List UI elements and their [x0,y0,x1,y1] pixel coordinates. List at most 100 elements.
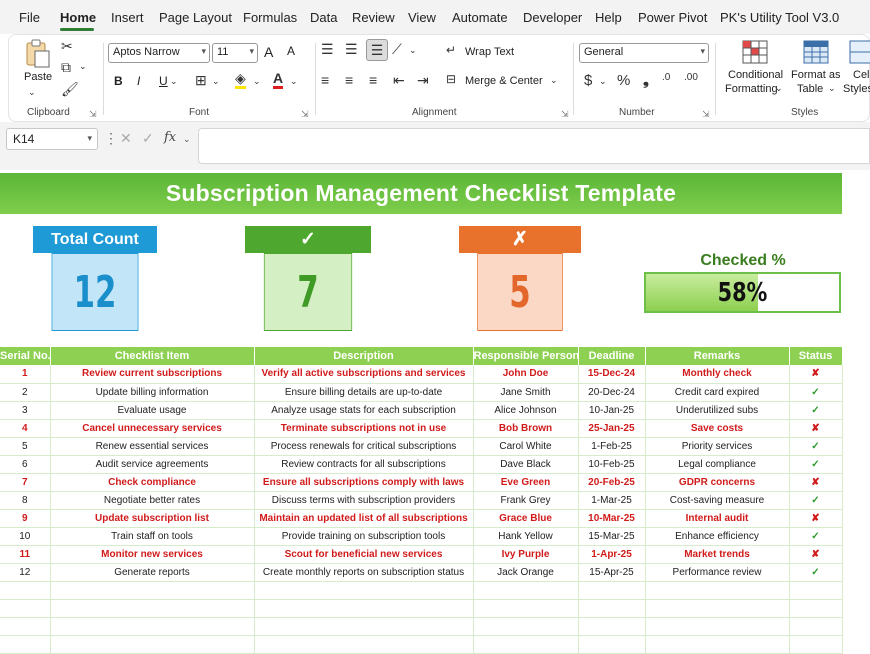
table-cell[interactable]: Create monthly reports on subscription s… [254,563,474,582]
menu-insert[interactable]: Insert [111,10,144,25]
menu-data[interactable]: Data [310,10,337,25]
copy-icon[interactable]: ⧉ [61,59,71,76]
empty-cell[interactable] [50,581,255,600]
table-cell[interactable]: Ivy Purple [473,545,579,564]
table-cell[interactable]: Discuss terms with subscription provider… [254,491,474,510]
table-cell[interactable]: GDPR concerns [645,473,790,492]
table-cell[interactable]: Train staff on tools [50,527,255,546]
table-cell[interactable]: 7 [0,473,51,492]
status-cell[interactable]: ✘ [789,419,843,438]
menu-home[interactable]: Home [60,10,96,25]
table-cell[interactable]: 20-Feb-25 [578,473,646,492]
column-header[interactable]: Status [789,347,843,365]
table-cell[interactable]: Review current subscriptions [50,365,255,384]
table-cell[interactable]: 9 [0,509,51,528]
status-cell[interactable]: ✓ [789,437,843,456]
formula-input[interactable] [198,128,870,164]
table-cell[interactable]: Ensure all subscriptions comply with law… [254,473,474,492]
column-header[interactable]: Checklist Item [50,347,255,365]
clipboard-launcher-icon[interactable]: ⇲ [89,109,97,120]
font-launcher-icon[interactable]: ⇲ [301,109,309,120]
table-cell[interactable]: Provide training on subscription tools [254,527,474,546]
table-cell[interactable]: 1-Feb-25 [578,437,646,456]
wrap-text-button[interactable]: Wrap Text [465,46,514,58]
empty-cell[interactable] [789,581,843,600]
number-format-combo[interactable]: General ▾ [579,43,709,63]
column-header[interactable]: Remarks [645,347,790,365]
empty-cell[interactable] [50,635,255,654]
menu-review[interactable]: Review [352,10,395,25]
menu-help[interactable]: Help [595,10,622,25]
table-cell[interactable]: Hank Yellow [473,527,579,546]
table-cell[interactable]: Market trends [645,545,790,564]
table-cell[interactable]: 2 [0,383,51,402]
table-cell[interactable]: Priority services [645,437,790,456]
table-cell[interactable]: Analyze usage stats for each subscriptio… [254,401,474,420]
empty-cell[interactable] [645,599,790,618]
conditional-formatting-icon[interactable] [742,40,768,67]
name-box[interactable]: K14 ▾ [6,128,98,150]
table-cell[interactable]: Terminate subscriptions not in use [254,419,474,438]
table-cell[interactable]: 1-Apr-25 [578,545,646,564]
table-cell[interactable]: Update billing information [50,383,255,402]
menu-file[interactable]: File [19,10,40,25]
empty-cell[interactable] [254,581,474,600]
column-header[interactable]: Responsible Person [473,347,579,365]
fx-dropdown-icon[interactable]: ⌄ [183,134,191,145]
increase-font-icon[interactable]: A [264,44,273,60]
empty-cell[interactable] [0,599,51,618]
empty-cell[interactable] [0,635,51,654]
empty-cell[interactable] [50,617,255,636]
table-cell[interactable]: Grace Blue [473,509,579,528]
column-header[interactable]: Deadline [578,347,646,365]
table-cell[interactable]: 12 [0,563,51,582]
empty-cell[interactable] [645,617,790,636]
alignment-launcher-icon[interactable]: ⇲ [561,109,569,120]
table-cell[interactable]: Audit service agreements [50,455,255,474]
table-cell[interactable]: Alice Johnson [473,401,579,420]
menu-formulas[interactable]: Formulas [243,10,297,25]
comma-style-icon[interactable]: ❟ [643,72,649,89]
table-cell[interactable]: 6 [0,455,51,474]
cell-styles-icon[interactable] [849,40,870,67]
empty-cell[interactable] [578,635,646,654]
cell-styles-label-2[interactable]: Styles [843,83,870,95]
table-cell[interactable]: Evaluate usage [50,401,255,420]
worksheet[interactable]: Subscription Management Checklist Templa… [0,170,870,654]
menu-page-layout[interactable]: Page Layout [159,10,232,25]
empty-cell[interactable] [0,581,51,600]
table-cell[interactable]: Frank Grey [473,491,579,510]
status-cell[interactable]: ✘ [789,473,843,492]
merge-center-icon[interactable]: ⊟ [446,72,456,86]
table-cell[interactable]: 1 [0,365,51,384]
table-cell[interactable]: 10 [0,527,51,546]
increase-indent-icon[interactable]: ⇥ [417,72,429,89]
table-cell[interactable]: 10-Mar-25 [578,509,646,528]
empty-cell[interactable] [254,617,474,636]
table-cell[interactable]: Bob Brown [473,419,579,438]
fill-color-dropdown-icon[interactable]: ⌄ [253,76,261,87]
table-cell[interactable]: Jack Orange [473,563,579,582]
table-cell[interactable]: Check compliance [50,473,255,492]
underline-button[interactable]: U [159,74,168,88]
number-launcher-icon[interactable]: ⇲ [702,109,710,120]
merge-dropdown-icon[interactable]: ⌄ [550,75,558,86]
font-size-combo[interactable]: 11 ▾ [212,43,258,63]
table-cell[interactable]: Cancel unnecessary services [50,419,255,438]
conditional-formatting-label-1[interactable]: Conditional [728,69,783,81]
increase-decimal-icon[interactable]: .0 [662,72,670,83]
status-cell[interactable]: ✓ [789,401,843,420]
merge-center-button[interactable]: Merge & Center [465,75,543,87]
empty-cell[interactable] [578,617,646,636]
align-left-icon[interactable]: ≡ [321,72,329,88]
empty-cell[interactable] [473,617,579,636]
empty-cell[interactable] [789,599,843,618]
table-cell[interactable]: 10-Feb-25 [578,455,646,474]
table-cell[interactable]: 25-Jan-25 [578,419,646,438]
table-cell[interactable]: Maintain an updated list of all subscrip… [254,509,474,528]
decrease-font-icon[interactable]: A [287,44,295,58]
empty-cell[interactable] [789,617,843,636]
bottom-align-icon[interactable]: ☰ [366,39,388,61]
table-cell[interactable]: Credit card expired [645,383,790,402]
top-align-icon[interactable]: ☰ [321,41,334,58]
